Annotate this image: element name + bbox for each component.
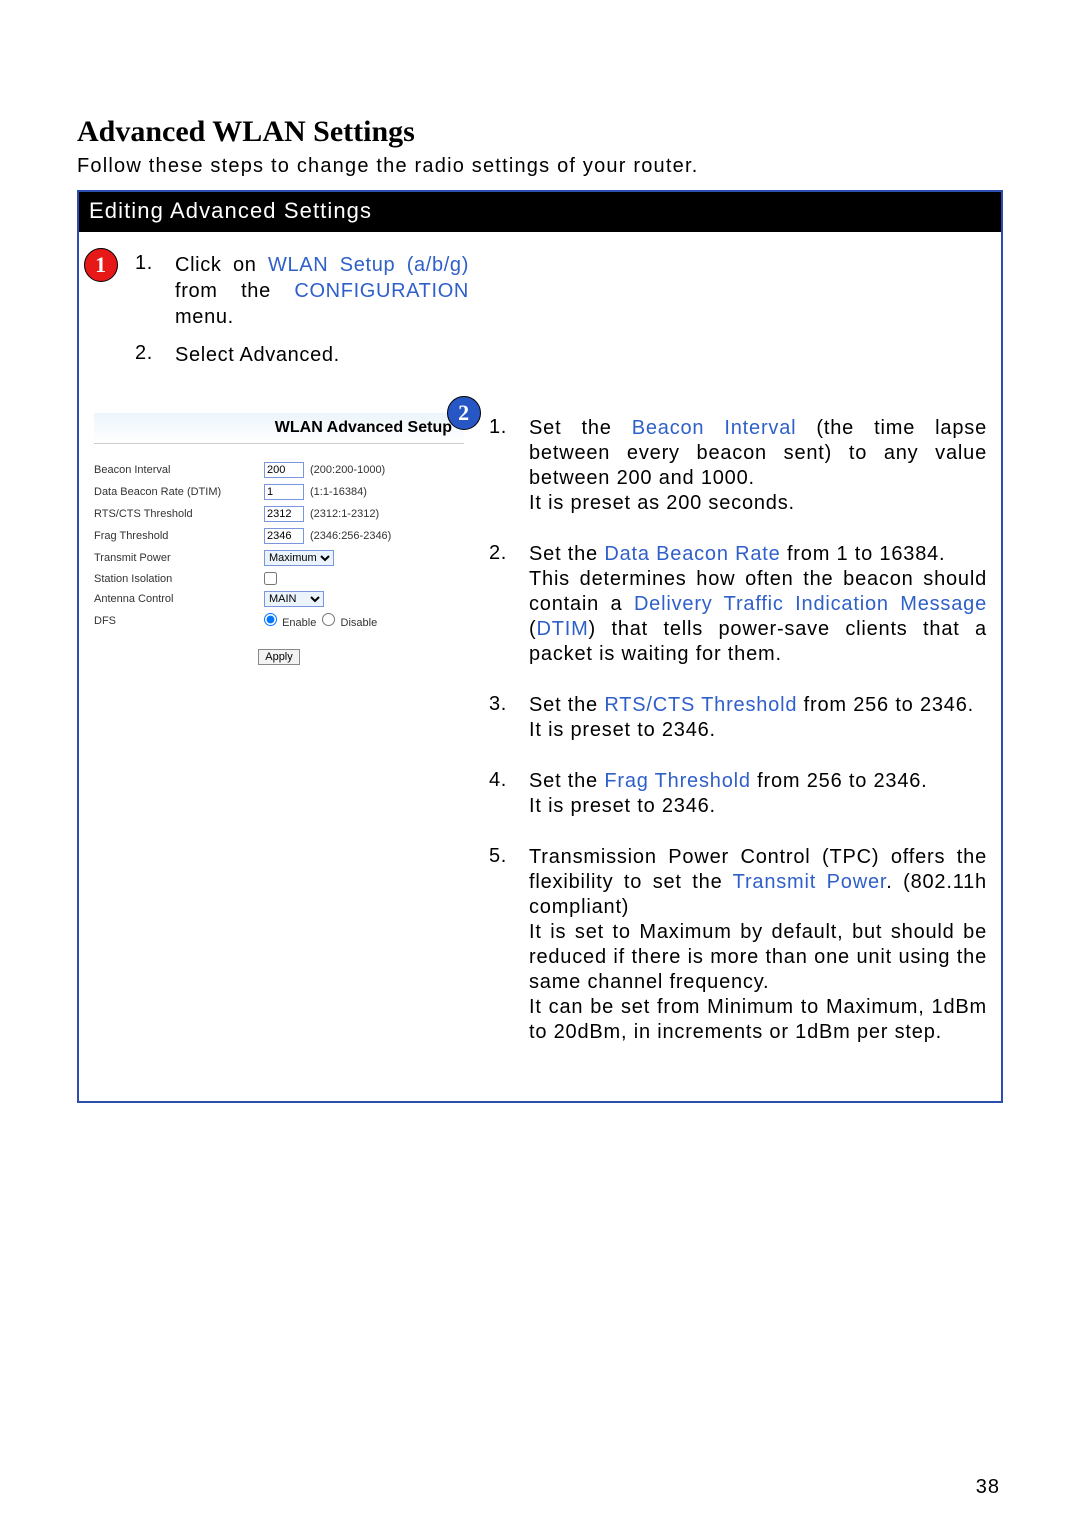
radio-dfs-enable-wrap[interactable]: Enable (264, 613, 316, 629)
input-dtim[interactable] (264, 484, 304, 500)
left-step-list: 1. Click on WLAN Setup (a/b/g) from the … (89, 252, 469, 368)
left-step-1-text: Click on WLAN Setup (a/b/g) from the CON… (175, 252, 469, 330)
right-step-3: 3.Set the RTS/CTS Threshold from 256 to … (489, 693, 987, 743)
label-disable: Disable (341, 617, 378, 629)
page-heading: Advanced WLAN Settings (77, 115, 1003, 149)
range-dtim: (1:1-16384) (310, 486, 367, 498)
left-step-2-text: Select Advanced. (175, 342, 469, 368)
intro-text: Follow these steps to change the radio s… (77, 155, 1003, 178)
panel-header: Editing Advanced Settings (79, 192, 1001, 232)
left-step-1-num: 1. (135, 252, 175, 330)
left-step-1: 1. Click on WLAN Setup (a/b/g) from the … (135, 252, 469, 330)
right-step-3-num: 3. (489, 693, 529, 743)
checkbox-station-isolation[interactable] (264, 572, 277, 585)
select-tx-power[interactable]: Maximum (264, 550, 334, 566)
right-column: 1.Set the Beacon Interval (the time laps… (489, 252, 987, 1071)
radio-dfs-disable-wrap[interactable]: Disable (322, 613, 377, 629)
kw-configuration: CONFIGURATION (294, 280, 469, 302)
right-step-4-num: 4. (489, 769, 529, 819)
row-antenna: Antenna Control MAIN (94, 591, 464, 607)
left-column: 1 1. Click on WLAN Setup (a/b/g) from th… (89, 252, 469, 1071)
range-frag: (2346:256-2346) (310, 530, 391, 542)
row-rts: RTS/CTS Threshold (2312:1-2312) (94, 506, 464, 522)
label-tx-power: Transmit Power (94, 552, 264, 564)
radio-dfs-disable[interactable] (322, 613, 335, 626)
wlan-advanced-screenshot: 2 WLAN Advanced Setup Beacon Interval (2… (89, 412, 469, 665)
kw-wlan-setup: WLAN Setup (a/b/g) (268, 254, 469, 276)
label-enable: Enable (282, 617, 316, 629)
input-frag[interactable] (264, 528, 304, 544)
step-badge-1: 1 (84, 248, 118, 282)
select-antenna[interactable]: MAIN (264, 591, 324, 607)
right-step-2-text: Set the Data Beacon Rate from 1 to 16384… (529, 542, 987, 667)
divider (94, 443, 464, 444)
screenshot-title: WLAN Advanced Setup (94, 413, 464, 443)
label-dtim: Data Beacon Rate (DTIM) (94, 486, 264, 498)
label-rts: RTS/CTS Threshold (94, 508, 264, 520)
row-beacon-interval: Beacon Interval (200:200-1000) (94, 462, 464, 478)
label-antenna: Antenna Control (94, 593, 264, 605)
label-station-isolation: Station Isolation (94, 573, 264, 585)
right-step-4: 4.Set the Frag Threshold from 256 to 234… (489, 769, 987, 819)
range-beacon-interval: (200:200-1000) (310, 464, 385, 476)
right-step-1-num: 1. (489, 416, 529, 516)
right-step-5-text: Transmission Power Control (TPC) offers … (529, 845, 987, 1045)
page-number: 38 (976, 1476, 1000, 1499)
right-step-1: 1.Set the Beacon Interval (the time laps… (489, 416, 987, 516)
radio-dfs-enable[interactable] (264, 613, 277, 626)
row-tx-power: Transmit Power Maximum (94, 550, 464, 566)
apply-button[interactable]: Apply (258, 649, 300, 665)
right-step-5-num: 5. (489, 845, 529, 1045)
left-step-2: 2. Select Advanced. (135, 342, 469, 368)
right-step-2-num: 2. (489, 542, 529, 667)
input-rts[interactable] (264, 506, 304, 522)
right-step-1-text: Set the Beacon Interval (the time lapse … (529, 416, 987, 516)
right-step-2: 2.Set the Data Beacon Rate from 1 to 163… (489, 542, 987, 667)
row-station-isolation: Station Isolation (94, 572, 464, 585)
left-step-2-num: 2. (135, 342, 175, 368)
text-frag: Click on (175, 254, 268, 276)
row-dfs: DFS Enable Disable (94, 613, 464, 629)
step-badge-2: 2 (447, 396, 481, 430)
right-step-4-text: Set the Frag Threshold from 256 to 2346.… (529, 769, 987, 819)
row-dtim: Data Beacon Rate (DTIM) (1:1-16384) (94, 484, 464, 500)
right-step-list: 1.Set the Beacon Interval (the time laps… (489, 416, 987, 1045)
right-step-3-text: Set the RTS/CTS Threshold from 256 to 23… (529, 693, 987, 743)
right-step-5: 5.Transmission Power Control (TPC) offer… (489, 845, 987, 1045)
label-dfs: DFS (94, 615, 264, 627)
text-frag: from the (175, 280, 294, 302)
label-beacon-interval: Beacon Interval (94, 464, 264, 476)
range-rts: (2312:1-2312) (310, 508, 379, 520)
input-beacon-interval[interactable] (264, 462, 304, 478)
label-frag: Frag Threshold (94, 530, 264, 542)
text-frag: menu. (175, 306, 234, 328)
settings-panel: Editing Advanced Settings 1 1. Click on … (77, 190, 1003, 1103)
row-frag: Frag Threshold (2346:256-2346) (94, 528, 464, 544)
